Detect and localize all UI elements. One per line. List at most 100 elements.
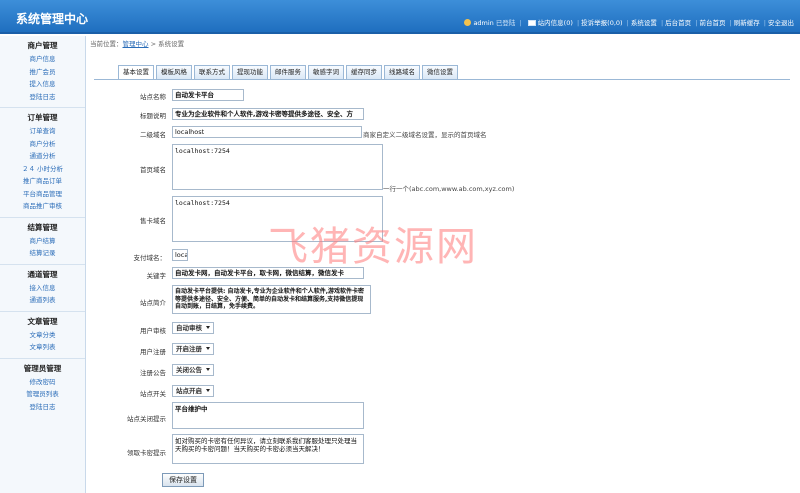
user-audit-label: 用户审核 bbox=[140, 327, 166, 335]
sidebar-item-platform-products[interactable]: 平台商品管理 bbox=[0, 188, 85, 201]
keywords-label: 关键字 bbox=[146, 272, 167, 280]
tab-withdraw[interactable]: 提现功能 bbox=[232, 65, 268, 79]
sidebar-item-promo-orders[interactable]: 推广商品订单 bbox=[0, 175, 85, 188]
register-notice-select[interactable]: 关闭公告 bbox=[172, 364, 214, 376]
tab-contact[interactable]: 联系方式 bbox=[194, 65, 230, 79]
login-status: 已登陆 bbox=[495, 19, 516, 27]
tab-wechat[interactable]: 微信设置 bbox=[422, 65, 458, 79]
top-header: 系统管理中心 admin 已登陆 | 站内信息(0) | 投诉举报(0,0) | 系统… bbox=[0, 0, 800, 34]
tab-basic[interactable]: 基本设置 bbox=[118, 65, 154, 79]
watermark: 飞猪资源网 bbox=[268, 224, 478, 270]
nav-admin-home[interactable]: 后台首页 bbox=[665, 19, 691, 27]
sidebar-item-merchant-settlement[interactable]: 商户结算 bbox=[0, 235, 85, 248]
sidebar-item-merchant-info[interactable]: 商户信息 bbox=[0, 53, 85, 66]
site-intro-textarea[interactable]: 自动发卡平台提供: 自动发卡,专业为企业软件和个人软件,游戏软件卡密等提供多途径… bbox=[172, 285, 371, 314]
sidebar-group-title: 管理员管理 bbox=[23, 363, 62, 373]
sidebar-group-channels: 通道管理 接入信息 通道列表 bbox=[0, 265, 85, 312]
sidebar-item-promoters[interactable]: 推广会员 bbox=[0, 66, 85, 79]
chevron-down-icon bbox=[206, 347, 210, 350]
username: admin bbox=[473, 19, 494, 27]
home-domain-label: 首页域名 bbox=[140, 166, 166, 174]
sidebar-item-channel-analysis[interactable]: 通道分析 bbox=[0, 150, 85, 163]
sidebar-item-promo-review[interactable]: 商品推广审核 bbox=[0, 200, 85, 213]
card-domain-label: 售卡域名 bbox=[140, 217, 166, 225]
breadcrumb-sep: > bbox=[148, 40, 159, 48]
tab-template[interactable]: 模板风格 bbox=[156, 65, 192, 79]
sidebar-group-title: 订单管理 bbox=[27, 113, 58, 122]
user-register-label: 用户注册 bbox=[140, 348, 166, 356]
user-icon bbox=[464, 19, 472, 26]
pay-domain-label: 支付域名： bbox=[133, 254, 167, 262]
chevron-down-icon bbox=[206, 368, 210, 371]
sidebar-item-merchant-analysis[interactable]: 商户分析 bbox=[0, 138, 85, 151]
app-title: 系统管理中心 bbox=[16, 12, 89, 26]
site-name-label: 站点名称 bbox=[140, 93, 166, 101]
chevron-down-icon bbox=[206, 389, 210, 392]
close-notice-textarea[interactable]: 平台维护中 bbox=[172, 402, 364, 429]
sidebar-item-channel-access[interactable]: 接入信息 bbox=[0, 282, 85, 295]
breadcrumb: 当前位置：管理中心 > 系统设置 bbox=[90, 38, 184, 48]
user-audit-select[interactable]: 自动审核 bbox=[172, 322, 214, 334]
card-notice-textarea[interactable]: 如对购买的卡密有任何异议，请立刻联系我们客服处理只处理当天购买的卡密问题！当天购… bbox=[172, 434, 364, 464]
title-desc-input[interactable]: 专业为企业软件和个人软件,游戏卡密等提供多途径、安全、方 bbox=[172, 108, 364, 120]
sidebar-item-article-categories[interactable]: 文章分类 bbox=[0, 329, 85, 342]
site-switch-label: 站点开关 bbox=[140, 390, 166, 398]
home-domain-textarea[interactable]: localhost:7254 bbox=[172, 144, 383, 190]
sidebar-group-admins: 管理员管理 修改密码 管理员列表 登陆日志 bbox=[0, 359, 85, 418]
user-register-value: 开启注册 bbox=[176, 345, 202, 353]
sidebar: 商户管理 商户信息 推广会员 提入信息 登陆日志 订单管理 订单查询 商户分析 … bbox=[0, 36, 86, 493]
sidebar-item-article-list[interactable]: 文章列表 bbox=[0, 341, 85, 354]
subdomain-input[interactable]: localhost bbox=[172, 126, 362, 138]
sidebar-group-title: 结算管理 bbox=[27, 222, 58, 232]
nav-system-settings[interactable]: 系统设置 bbox=[631, 19, 657, 27]
nav-front-home[interactable]: 前台首页 bbox=[699, 19, 725, 27]
sidebar-group-articles: 文章管理 文章分类 文章列表 bbox=[0, 312, 85, 359]
close-notice-label: 站点关闭提示 bbox=[127, 415, 166, 423]
breadcrumb-link[interactable]: 管理中心 bbox=[123, 40, 149, 48]
register-notice-label: 注册公告 bbox=[140, 369, 166, 377]
mail-icon bbox=[527, 20, 536, 26]
chevron-down-icon bbox=[206, 326, 210, 329]
tab-line-domains[interactable]: 线路域名 bbox=[384, 65, 420, 79]
breadcrumb-current: 系统设置 bbox=[158, 40, 185, 48]
site-switch-value: 站点开启 bbox=[176, 387, 202, 395]
sidebar-item-admin-login-log[interactable]: 登陆日志 bbox=[0, 401, 85, 414]
top-nav: admin 已登陆 | 站内信息(0) | 投诉举报(0,0) | 系统设置 | 后台首… bbox=[464, 17, 794, 27]
sidebar-item-24h-analysis[interactable]: ２４ 小时分析 bbox=[0, 163, 85, 176]
nav-logout[interactable]: 安全退出 bbox=[768, 19, 794, 27]
sidebar-group-merchants: 商户管理 商户信息 推广会员 提入信息 登陆日志 bbox=[0, 36, 85, 108]
sidebar-group-title: 通道管理 bbox=[27, 269, 58, 279]
sidebar-group-settlement: 结算管理 商户结算 结算记录 bbox=[0, 218, 85, 265]
subdomain-hint: 商家自定义二级域名设置，显示的首页域名 bbox=[363, 131, 487, 139]
card-notice-label: 领取卡密提示 bbox=[127, 449, 166, 457]
breadcrumb-prefix: 当前位置： bbox=[90, 40, 123, 48]
sidebar-item-channel-list[interactable]: 通道列表 bbox=[0, 294, 85, 307]
home-domain-hint: 一行一个(abc.com,www.ab.com,xyz.com) bbox=[383, 185, 515, 193]
pay-domain-input[interactable]: loca bbox=[172, 249, 188, 261]
site-switch-select[interactable]: 站点开启 bbox=[172, 385, 214, 397]
sidebar-group-title: 文章管理 bbox=[27, 316, 58, 326]
sidebar-item-order-query[interactable]: 订单查询 bbox=[0, 125, 85, 138]
user-audit-value: 自动审核 bbox=[176, 324, 202, 332]
tab-cache-sync[interactable]: 缓存同步 bbox=[346, 65, 382, 79]
nav-refresh-cache[interactable]: 刷新缓存 bbox=[734, 19, 760, 27]
save-button[interactable]: 保存设置 bbox=[162, 473, 204, 487]
sidebar-item-login-log[interactable]: 登陆日志 bbox=[0, 91, 85, 104]
tab-sensitive-words[interactable]: 敏感字词 bbox=[308, 65, 344, 79]
nav-complaints[interactable]: 投诉举报(0,0) bbox=[581, 19, 622, 27]
sidebar-item-settlement-records[interactable]: 结算记录 bbox=[0, 247, 85, 260]
subdomain-label: 二级域名 bbox=[140, 131, 166, 139]
sidebar-item-admin-list[interactable]: 管理员列表 bbox=[0, 388, 85, 401]
sidebar-group-title: 商户管理 bbox=[27, 41, 58, 50]
sidebar-item-change-password[interactable]: 修改密码 bbox=[0, 376, 85, 389]
settings-tabs: 基本设置 模板风格 联系方式 提现功能 邮件服务 敏感字词 缓存同步 线路域名 … bbox=[118, 65, 460, 79]
tab-divider bbox=[94, 79, 790, 80]
site-intro-label: 站点简介 bbox=[140, 299, 166, 307]
site-name-input[interactable]: 自动发卡平台 bbox=[172, 89, 244, 101]
sidebar-group-orders: 订单管理 订单查询 商户分析 通道分析 ２４ 小时分析 推广商品订单 平台商品管… bbox=[0, 108, 85, 218]
tab-mail[interactable]: 邮件服务 bbox=[270, 65, 306, 79]
register-notice-value: 关闭公告 bbox=[176, 366, 202, 374]
sidebar-item-access-info[interactable]: 提入信息 bbox=[0, 78, 85, 91]
user-register-select[interactable]: 开启注册 bbox=[172, 343, 214, 355]
nav-messages[interactable]: 站内信息(0) bbox=[538, 19, 573, 27]
